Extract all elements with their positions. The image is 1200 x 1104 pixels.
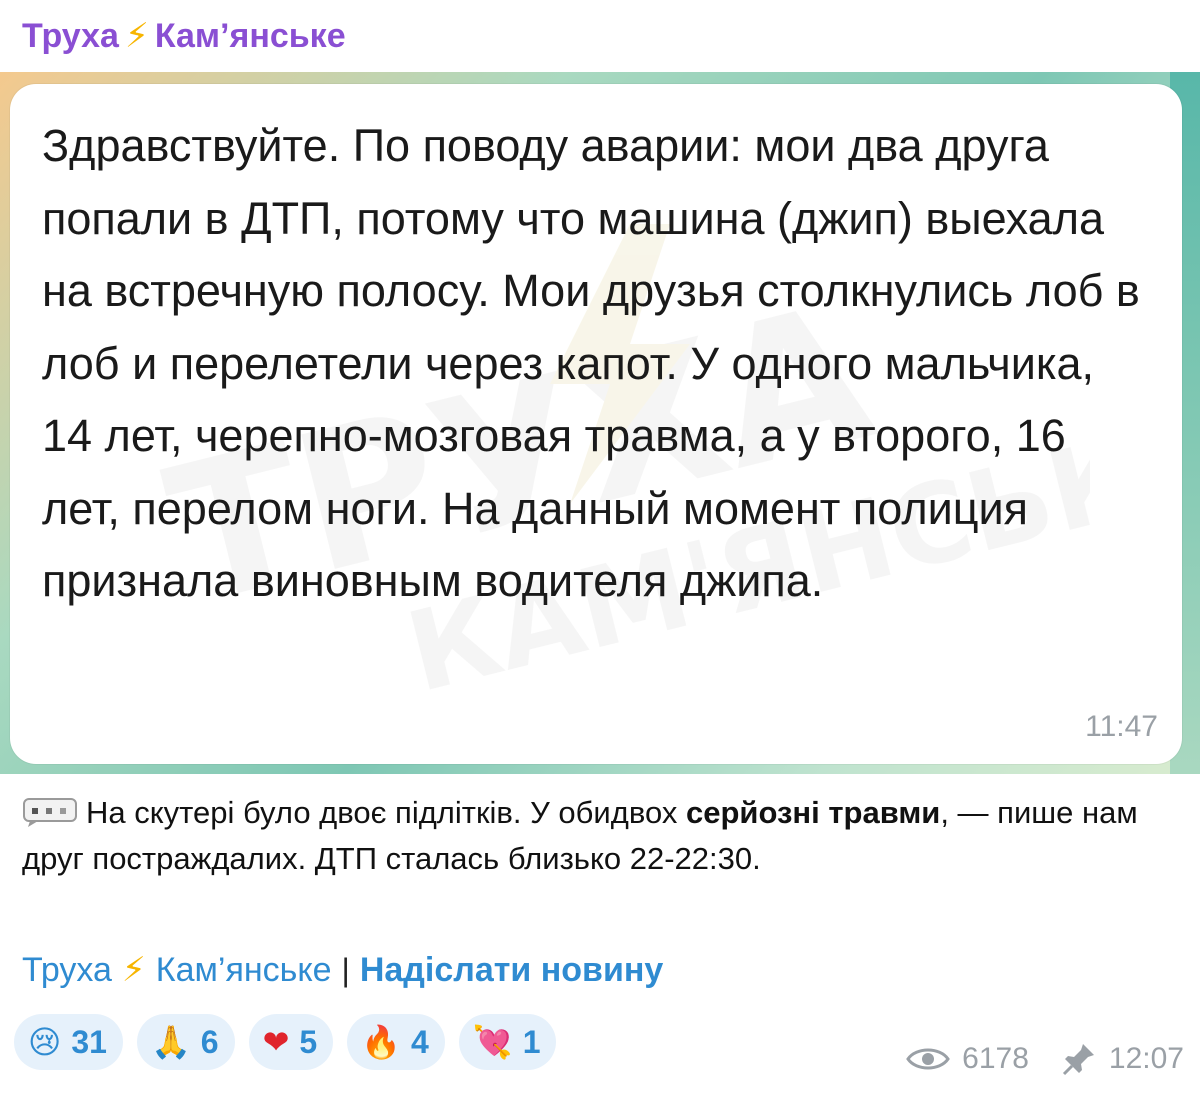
channel-name-left[interactable]: Труха <box>22 17 119 56</box>
fire-icon: 🔥 <box>361 1023 402 1061</box>
reaction-count: 5 <box>299 1023 318 1060</box>
reaction-count: 6 <box>200 1023 219 1060</box>
reaction-crying[interactable]: 😢 31 <box>14 1014 123 1070</box>
channel-header[interactable]: Труха ⚡ Кам’янське <box>22 12 346 60</box>
reaction-count: 4 <box>411 1023 429 1060</box>
speech-bubble-icon <box>23 798 77 827</box>
message-meta: 6178 12:07 <box>906 1036 1184 1082</box>
reaction-count: 1 <box>522 1023 541 1060</box>
views-count: 6178 <box>962 1042 1029 1075</box>
message-screenshot-image[interactable]: ТРУХА КАМ'ЯНСЬКЕ Здравствуйте. По поводу… <box>0 72 1200 774</box>
red-heart-icon: ❤ <box>262 1023 290 1061</box>
folded-hands-icon: 🙏 <box>150 1023 191 1061</box>
eye-icon <box>906 1048 950 1070</box>
quoted-message-bubble: ТРУХА КАМ'ЯНСЬКЕ Здравствуйте. По поводу… <box>10 84 1182 764</box>
reaction-fire[interactable]: 🔥 4 <box>347 1014 445 1070</box>
caption-text-part1: На скутері було двоє підлітків. У обидво… <box>86 795 686 830</box>
channel-name-right[interactable]: Кам’янське <box>155 17 346 56</box>
footer-lightning-icon: ⚡ <box>121 951 146 989</box>
reaction-count: 31 <box>71 1023 107 1060</box>
footer-channel-left[interactable]: Труха <box>22 951 112 990</box>
lightning-icon: ⚡ <box>124 17 149 55</box>
post-caption: На скутері було двоє підлітків. У обидво… <box>22 790 1182 882</box>
quoted-message-text: Здравствуйте. По поводу аварии: мои два … <box>42 120 1140 606</box>
send-news-link[interactable]: Надіслати новину <box>360 951 663 990</box>
crying-face-icon: 😢 <box>28 1023 62 1061</box>
heart-with-arrow-icon: 💘 <box>472 1023 513 1061</box>
reaction-pray[interactable]: 🙏 6 <box>136 1014 235 1070</box>
footer-separator: | <box>341 951 350 988</box>
footer-channel-right[interactable]: Кам’янське <box>156 951 332 990</box>
pin-icon <box>1062 1044 1094 1076</box>
footer-links: Труха ⚡ Кам’янське | Надіслати новину <box>22 946 663 994</box>
quoted-message-time: 11:47 <box>1085 710 1158 743</box>
caption-bold-text: серйозні травми <box>685 795 941 830</box>
post-time: 12:07 <box>1108 1042 1184 1075</box>
reaction-heart[interactable]: ❤ 5 <box>248 1014 334 1070</box>
reaction-heart-arrow[interactable]: 💘 1 <box>458 1014 557 1070</box>
reactions-bar: 😢 31 🙏 6 ❤ 5 🔥 4 💘 1 <box>14 1014 557 1070</box>
